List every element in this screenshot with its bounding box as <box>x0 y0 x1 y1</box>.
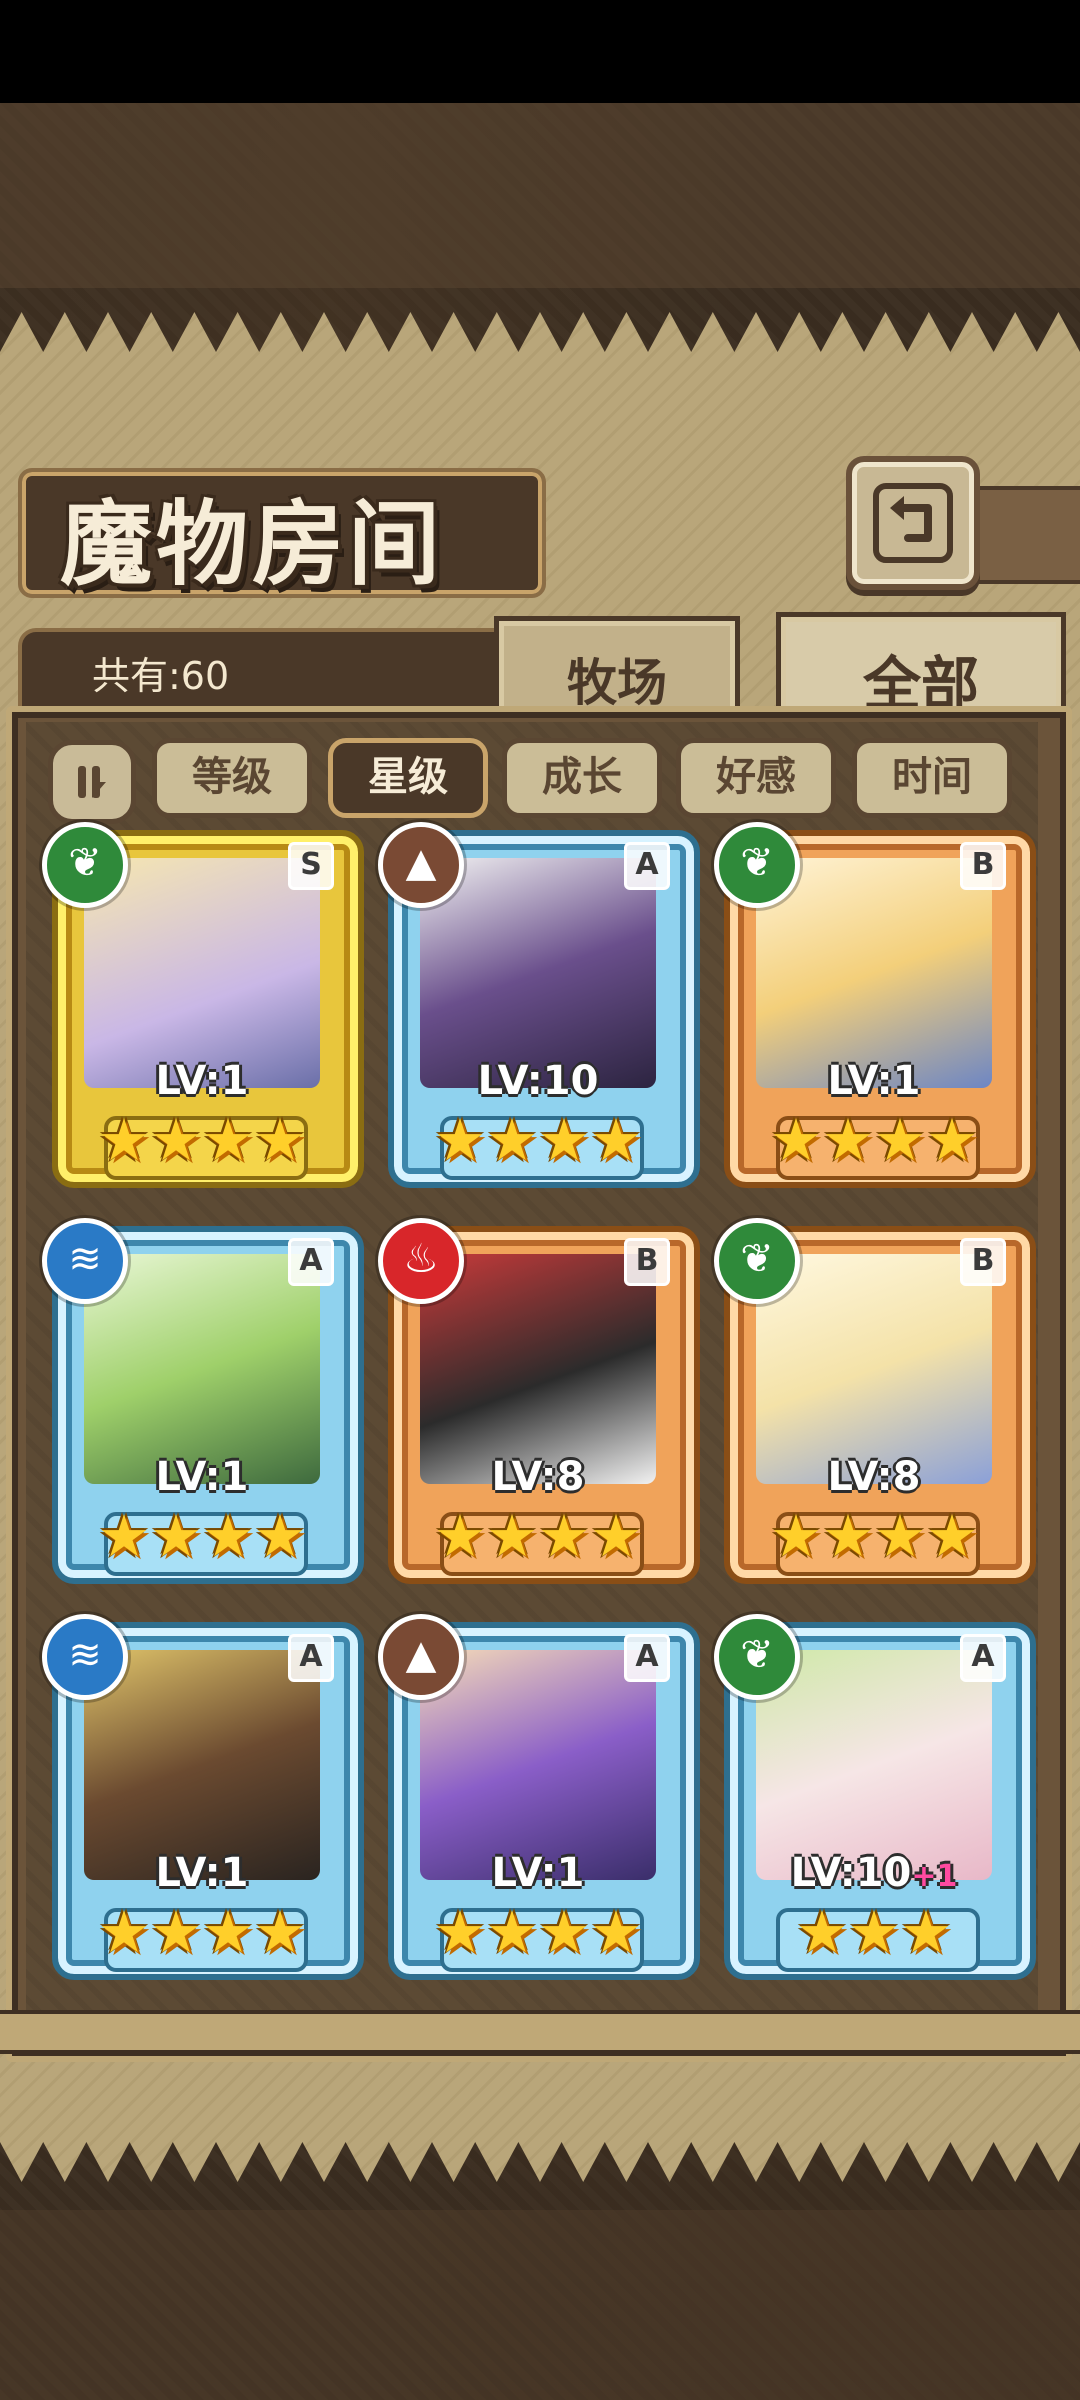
star-rating: ★★★★ <box>770 1106 978 1174</box>
star-rating: ★★★★ <box>434 1106 642 1174</box>
earth-icon: ▲ <box>378 1614 464 1700</box>
star-rating: ★★★★ <box>98 1502 306 1570</box>
sort-order-icon <box>78 766 106 798</box>
plant-icon: ❦ <box>42 822 128 908</box>
star-rating: ★★★★ <box>770 1502 978 1570</box>
grade-badge: A <box>960 1634 1006 1682</box>
monster-level: LV:10 <box>477 1058 599 1104</box>
sort-order-toggle[interactable] <box>48 740 136 824</box>
monster-level: LV:1 <box>827 1058 921 1104</box>
monster-card[interactable]: A ▲ LV:10 ★★★★ <box>378 822 700 1188</box>
monster-card[interactable]: B ♨ LV:8 ★★★★ <box>378 1218 700 1584</box>
sort-time-button[interactable]: 时间 <box>852 738 1012 818</box>
water-icon: ≋ <box>42 1218 128 1304</box>
plant-icon: ❦ <box>714 1614 800 1700</box>
panel-bottom-rail <box>0 2010 1080 2054</box>
plant-icon: ❦ <box>714 1218 800 1304</box>
monster-level: LV:1 <box>155 1850 249 1896</box>
sort-growth-button[interactable]: 成长 <box>502 738 662 818</box>
grade-badge: B <box>960 1238 1006 1286</box>
monster-level: LV:1 <box>155 1454 249 1500</box>
monster-level: LV:8 <box>491 1454 585 1500</box>
star-rating: ★★★ <box>796 1898 952 1966</box>
star-rating: ★★★★ <box>434 1502 642 1570</box>
monster-level: LV:1 <box>491 1850 585 1896</box>
sort-level-button[interactable]: 等级 <box>152 738 312 818</box>
monster-level: LV:10+1 <box>790 1850 958 1896</box>
star-rating: ★★★★ <box>98 1898 306 1966</box>
sort-stars-button[interactable]: 星级 <box>328 738 488 818</box>
earth-icon: ▲ <box>378 822 464 908</box>
grade-badge: A <box>288 1634 334 1682</box>
monster-card[interactable]: A ❦ LV:10+1 ★★★ <box>714 1614 1036 1980</box>
sort-affection-button[interactable]: 好感 <box>676 738 836 818</box>
monster-card[interactable]: B ❦ LV:1 ★★★★ <box>714 822 1036 1188</box>
monster-card[interactable]: A ≋ LV:1 ★★★★ <box>42 1614 364 1980</box>
grade-badge: B <box>624 1238 670 1286</box>
star-rating: ★★★★ <box>98 1106 306 1174</box>
plant-icon: ❦ <box>714 822 800 908</box>
monster-card[interactable]: S ❦ LV:1 ★★★★ <box>42 822 364 1188</box>
fire-icon: ♨ <box>378 1218 464 1304</box>
water-icon: ≋ <box>42 1614 128 1700</box>
monster-card[interactable]: A ≋ LV:1 ★★★★ <box>42 1218 364 1584</box>
monster-level: LV:1 <box>155 1058 249 1104</box>
return-arrow-icon <box>873 483 953 563</box>
bottom-band <box>0 2210 1080 2400</box>
grade-badge: A <box>288 1238 334 1286</box>
monster-level: LV:8 <box>827 1454 921 1500</box>
grade-badge: A <box>624 842 670 890</box>
monster-card[interactable]: B ❦ LV:8 ★★★★ <box>714 1218 1036 1584</box>
top-band <box>0 103 1080 288</box>
monster-count: 共有:60 <box>92 654 230 698</box>
status-bar <box>0 0 1080 103</box>
monster-card[interactable]: A ▲ LV:1 ★★★★ <box>378 1614 700 1980</box>
back-button[interactable] <box>846 456 980 590</box>
grade-badge: S <box>288 842 334 890</box>
star-rating: ★★★★ <box>434 1898 642 1966</box>
tab-label: 牧场 <box>567 653 667 712</box>
page-title: 魔物房间 <box>60 490 445 598</box>
grade-badge: A <box>624 1634 670 1682</box>
grade-badge: B <box>960 842 1006 890</box>
